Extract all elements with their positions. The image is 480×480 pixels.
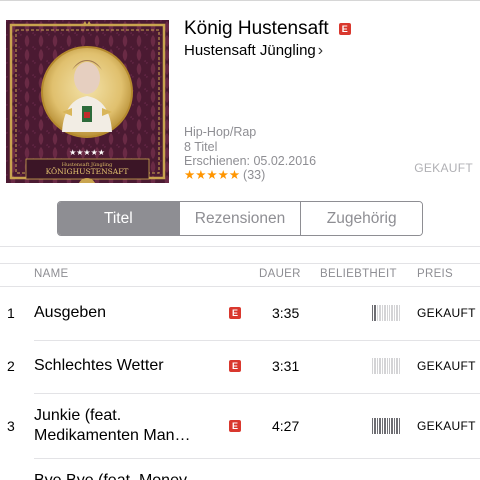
album-title-text: König Hustensaft	[184, 18, 329, 39]
track-number: 3	[7, 418, 15, 434]
popularity-bar	[396, 418, 398, 434]
artist-name: Hustensaft Jüngling	[184, 42, 316, 59]
popularity-bar	[372, 305, 374, 321]
popularity-meter	[372, 305, 401, 321]
popularity-bar	[381, 418, 384, 434]
popularity-meter	[372, 418, 401, 434]
popularity-bar	[379, 418, 381, 434]
track-purchase-status[interactable]: GEKAUFT	[417, 306, 476, 320]
tab-segmented-control: Titel Rezensionen Zugehörig	[57, 201, 423, 236]
album-genre: Hip-Hop/Rap	[184, 125, 257, 139]
album-purchase-status: GEKAUFT	[414, 161, 473, 175]
popularity-bar	[388, 358, 391, 374]
popularity-bar	[372, 358, 374, 374]
section-divider	[0, 246, 480, 247]
popularity-bar	[384, 358, 386, 374]
popularity-bar	[379, 358, 381, 374]
header-top-divider	[0, 263, 480, 264]
popularity-bar	[374, 305, 376, 321]
tab-titel[interactable]: Titel	[58, 202, 180, 235]
popularity-bar	[379, 305, 381, 321]
column-header-price: PREIS	[417, 268, 454, 280]
explicit-badge: E	[229, 307, 241, 319]
artist-link[interactable]: Hustensaft Jüngling ›	[184, 42, 323, 60]
column-header-duration: DAUER	[259, 268, 301, 280]
tab-zugehoerig[interactable]: Zugehörig	[301, 202, 422, 235]
popularity-bar	[386, 358, 388, 374]
popularity-bar	[393, 418, 396, 434]
track-row[interactable]: Bye Bye (feat. Money	[0, 459, 480, 480]
track-duration: 3:35	[272, 305, 300, 321]
track-purchase-status[interactable]: GEKAUFT	[417, 419, 476, 433]
popularity-bar	[388, 305, 391, 321]
track-row[interactable]: 3 Junkie (feat. Medikamenten Man… E 4:27…	[0, 394, 480, 458]
track-row[interactable]: 1 Ausgeben E 3:35 GEKAUFT	[0, 287, 480, 340]
popularity-bar	[391, 358, 393, 374]
popularity-bar	[391, 305, 393, 321]
popularity-bar	[391, 418, 393, 434]
tab-rezensionen[interactable]: Rezensionen	[179, 202, 302, 235]
popularity-bar	[386, 418, 388, 434]
track-duration: 4:27	[272, 418, 300, 434]
popularity-meter	[372, 358, 401, 374]
top-divider	[0, 0, 480, 1]
track-row[interactable]: 2 Schlechtes Wetter E 3:31 GEKAUFT	[0, 341, 480, 393]
cover-title-text: KÖNIGHUSTENSAFT	[46, 167, 129, 176]
album-title: König Hustensaft E	[184, 18, 351, 40]
album-track-count: 8 Titel	[184, 140, 218, 154]
cover-stars: ★★★★★	[69, 148, 105, 157]
popularity-bar	[384, 418, 386, 434]
popularity-bar	[398, 358, 401, 374]
track-title: Schlechtes Wetter	[34, 357, 164, 374]
popularity-bar	[381, 305, 384, 321]
rating-count: (33)	[243, 168, 266, 182]
column-header-name: NAME	[34, 268, 69, 280]
popularity-bar	[398, 418, 401, 434]
album-release-date: Erschienen: 05.02.2016	[184, 154, 317, 168]
track-title: Bye Bye (feat. Money	[34, 471, 234, 480]
popularity-bar	[386, 305, 388, 321]
chevron-right-icon: ›	[317, 42, 324, 59]
track-purchase-status[interactable]: GEKAUFT	[417, 359, 476, 373]
popularity-bar	[374, 418, 376, 434]
popularity-bar	[393, 305, 396, 321]
popularity-bar	[374, 358, 376, 374]
track-number: 2	[7, 358, 15, 374]
popularity-bar	[384, 305, 386, 321]
popularity-bar	[376, 358, 379, 374]
popularity-bar	[398, 305, 401, 321]
popularity-bar	[372, 418, 374, 434]
popularity-bar	[388, 418, 391, 434]
track-title: Ausgeben	[34, 304, 107, 321]
album-cover-art: ★★★★★ Hustensaft Jüngling KÖNIGHUSTENSAF…	[6, 20, 169, 183]
explicit-badge: E	[229, 360, 241, 372]
track-duration: 3:31	[272, 358, 300, 374]
album-cover[interactable]: ★★★★★ Hustensaft Jüngling KÖNIGHUSTENSAF…	[6, 20, 169, 183]
track-number: 1	[7, 305, 15, 321]
popularity-bar	[396, 305, 398, 321]
explicit-badge: E	[338, 23, 351, 35]
rating-stars-icon: ★★★★★	[184, 168, 241, 182]
popularity-bar	[393, 358, 396, 374]
popularity-bar	[381, 358, 384, 374]
explicit-badge: E	[229, 420, 241, 432]
column-header-popularity: BELIEBTHEIT	[320, 268, 397, 280]
popularity-bar	[376, 418, 379, 434]
track-title: Junkie (feat. Medikamenten Man…	[34, 407, 191, 444]
album-rating[interactable]: ★★★★★ (33)	[184, 167, 265, 182]
popularity-bar	[396, 358, 398, 374]
popularity-bar	[376, 305, 379, 321]
